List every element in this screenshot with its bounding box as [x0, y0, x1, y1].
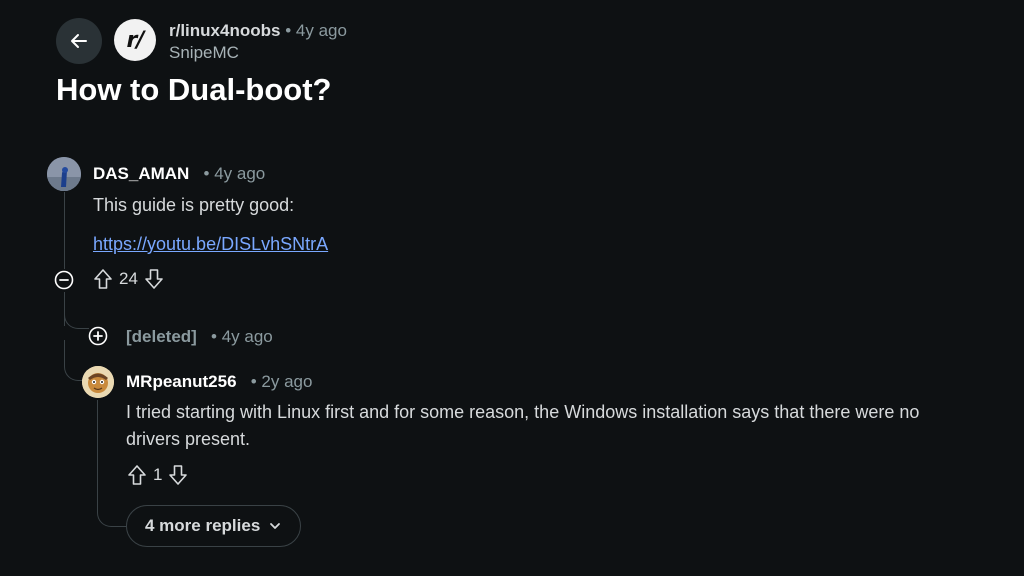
downvote-button[interactable] — [144, 268, 164, 290]
avatar-image — [82, 366, 114, 398]
avatar-image — [47, 157, 81, 191]
comment-body-line: I tried starting with Linux first and fo… — [126, 402, 920, 422]
downvote-button[interactable] — [168, 464, 188, 486]
comment-author[interactable]: DAS_AMAN — [93, 164, 189, 183]
subreddit-icon-text: r/ — [126, 27, 145, 53]
more-replies-label: 4 more replies — [145, 516, 261, 535]
expand-button[interactable] — [88, 326, 108, 346]
comment-link[interactable]: https://youtu.be/DISLvhSNtrA — [93, 232, 328, 256]
comment-body: This guide is pretty good: — [93, 195, 295, 215]
avatar[interactable] — [82, 366, 114, 398]
collapse-button[interactable] — [54, 270, 74, 290]
comment-header: [deleted] • 4y ago — [126, 326, 273, 348]
vote-bar: 24 — [93, 268, 164, 290]
separator-dot: • — [241, 372, 262, 391]
vote-bar: 1 — [127, 464, 188, 486]
comment-body-line: drivers present. — [126, 429, 251, 449]
chevron-down-icon — [270, 523, 281, 529]
downvote-icon — [145, 269, 163, 289]
comment-author[interactable]: MRpeanut256 — [126, 372, 237, 391]
upvote-icon — [128, 465, 146, 485]
comment-header: DAS_AMAN • 4y ago — [93, 163, 265, 185]
subreddit-line: r/linux4noobs • 4y ago — [169, 20, 347, 42]
separator-dot: • — [285, 21, 296, 40]
back-arrow-icon — [71, 34, 87, 48]
post-title: How to Dual-boot? — [56, 72, 332, 107]
avatar[interactable] — [47, 157, 81, 191]
back-button[interactable] — [56, 18, 102, 64]
post-author[interactable]: SnipeMC — [169, 42, 239, 64]
upvote-button[interactable] — [127, 464, 147, 486]
thread-branch — [64, 296, 89, 329]
separator-dot: • — [201, 327, 222, 346]
comment-author: [deleted] — [126, 327, 197, 346]
thread-branch — [64, 340, 85, 381]
comment-header: MRpeanut256 • 2y ago — [126, 371, 312, 393]
separator-dot: • — [194, 164, 215, 183]
comment-time: 4y ago — [214, 164, 266, 183]
subreddit-name[interactable]: r/linux4noobs — [169, 21, 280, 40]
subreddit-avatar[interactable]: r/ — [114, 19, 156, 61]
vote-score: 1 — [153, 465, 163, 484]
post-time: 4y ago — [295, 21, 347, 40]
thread-branch — [97, 496, 127, 527]
comment-time: 4y ago — [221, 327, 273, 346]
post-page: r/ r/linux4noobs • 4y ago SnipeMC How to… — [0, 0, 1024, 576]
downvote-icon — [169, 465, 188, 485]
thread-line — [97, 400, 98, 510]
more-replies-button[interactable]: 4 more replies — [126, 505, 302, 547]
expand-icon — [88, 326, 108, 346]
vote-score: 24 — [119, 269, 138, 288]
collapse-icon — [54, 270, 74, 290]
upvote-button[interactable] — [93, 268, 113, 290]
thread-line — [64, 192, 65, 269]
upvote-icon — [94, 269, 112, 289]
comment-time: 2y ago — [261, 372, 313, 391]
